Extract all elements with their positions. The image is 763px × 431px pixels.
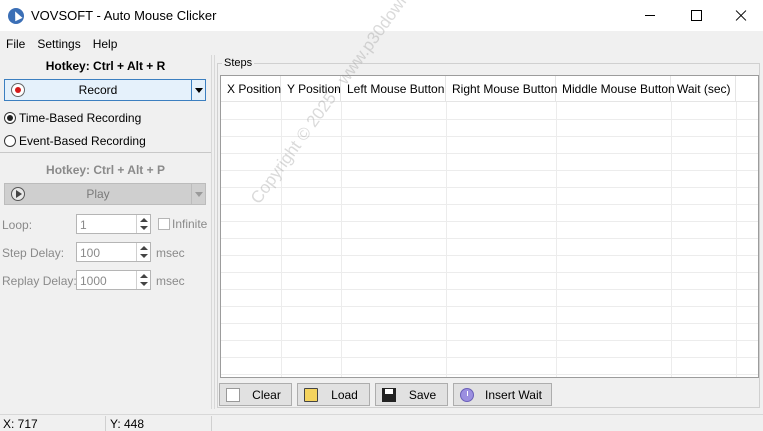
- column-wait-sec[interactable]: Wait (sec): [671, 76, 736, 102]
- record-dropdown-button[interactable]: [191, 80, 205, 100]
- maximize-button[interactable]: [673, 0, 719, 31]
- step-delay-value: 100: [80, 246, 101, 260]
- minimize-button[interactable]: [627, 0, 673, 31]
- grid-row-line: [221, 170, 758, 171]
- blank-page-icon: [226, 388, 240, 402]
- replay-delay-value: 1000: [80, 274, 107, 288]
- status-divider: [211, 416, 212, 431]
- close-button[interactable]: [718, 0, 763, 31]
- grid-row-line: [221, 255, 758, 256]
- grid-row-line: [221, 374, 758, 375]
- grid-row-line: [221, 204, 758, 205]
- insert-wait-label: Insert Wait: [485, 387, 542, 402]
- chevron-down-icon: [194, 87, 203, 93]
- status-x-coordinate: X: 717: [3, 417, 38, 431]
- event-based-radio[interactable]: Event-Based Recording: [4, 134, 146, 148]
- load-label: Load: [331, 387, 358, 402]
- grid-column-line: [446, 102, 447, 377]
- status-divider: [105, 416, 106, 431]
- window-title: VOVSOFT - Auto Mouse Clicker: [31, 8, 217, 23]
- step-delay-label: Step Delay:: [2, 246, 65, 260]
- grid-column-line: [736, 102, 737, 377]
- play-button[interactable]: Play: [5, 184, 191, 204]
- spinner-arrows[interactable]: [136, 243, 150, 261]
- section-divider: [0, 152, 211, 153]
- replay-delay-label: Replay Delay:: [2, 274, 77, 288]
- infinite-label: Infinite: [172, 217, 208, 231]
- load-button[interactable]: Load: [297, 383, 370, 406]
- loop-label: Loop:: [2, 218, 33, 232]
- loop-value: 1: [80, 218, 87, 232]
- menu-settings[interactable]: Settings: [31, 33, 86, 54]
- play-button-label: Play: [86, 187, 110, 201]
- app-window: VOVSOFT - Auto Mouse Clicker File Settin…: [0, 0, 763, 431]
- grid-row-line: [221, 306, 758, 307]
- control-panel: Hotkey: Ctrl + Alt + R Record Time-Based…: [0, 55, 211, 409]
- grid-row-line: [221, 323, 758, 324]
- steps-label: Steps: [222, 57, 255, 69]
- grid-row-line: [221, 221, 758, 222]
- panel-splitter[interactable]: [211, 55, 215, 409]
- grid-row-line: [221, 357, 758, 358]
- clear-label: Clear: [252, 387, 281, 402]
- floppy-disk-icon: [382, 388, 396, 402]
- folder-open-icon: [304, 388, 318, 402]
- record-button[interactable]: Record: [5, 80, 191, 100]
- grid-column-line: [671, 102, 672, 377]
- grid-header: X Position Y Position Left Mouse Button …: [221, 76, 758, 102]
- play-dropdown-button[interactable]: [191, 184, 205, 204]
- insert-wait-button[interactable]: Insert Wait: [453, 383, 552, 406]
- record-hotkey-label: Hotkey: Ctrl + Alt + R: [45, 59, 166, 73]
- clock-icon: [460, 388, 474, 402]
- column-right-mouse-button[interactable]: Right Mouse Button: [446, 76, 557, 102]
- save-button[interactable]: Save: [375, 383, 448, 406]
- play-hotkey-label: Hotkey: Ctrl + Alt + P: [46, 163, 165, 177]
- status-y-coordinate: Y: 448: [110, 417, 145, 431]
- time-based-label: Time-Based Recording: [19, 111, 142, 125]
- event-based-label: Event-Based Recording: [19, 134, 146, 148]
- mouse-cursor-icon: [8, 8, 24, 24]
- play-split-button: Play: [4, 183, 206, 205]
- radio-checked-icon: [4, 112, 16, 124]
- radio-unchecked-icon: [4, 135, 16, 147]
- grid-column-line: [341, 102, 342, 377]
- status-bar: X: 717 Y: 448: [0, 414, 763, 431]
- step-delay-unit: msec: [156, 246, 185, 260]
- menu-help[interactable]: Help: [87, 33, 124, 54]
- grid-row-line: [221, 187, 758, 188]
- column-middle-mouse-button[interactable]: Middle Mouse Button: [556, 76, 675, 102]
- column-left-mouse-button[interactable]: Left Mouse Button: [341, 76, 446, 102]
- time-based-radio[interactable]: Time-Based Recording: [4, 111, 141, 125]
- grid-row-line: [221, 289, 758, 290]
- replay-delay-spinner[interactable]: 1000: [76, 270, 151, 290]
- grid-column-line: [281, 102, 282, 377]
- step-delay-spinner[interactable]: 100: [76, 242, 151, 262]
- record-button-label: Record: [78, 83, 118, 97]
- clear-button[interactable]: Clear: [219, 383, 292, 406]
- spinner-arrows[interactable]: [136, 215, 150, 233]
- grid-row-line: [221, 340, 758, 341]
- menu-file[interactable]: File: [0, 33, 31, 54]
- grid-row-line: [221, 238, 758, 239]
- column-x-position[interactable]: X Position: [221, 76, 281, 102]
- record-split-button: Record: [4, 79, 206, 101]
- spinner-arrows[interactable]: [136, 271, 150, 289]
- save-label: Save: [408, 387, 437, 402]
- loop-spinner[interactable]: 1: [76, 214, 151, 234]
- grid-column-line: [556, 102, 557, 377]
- grid-row-line: [221, 272, 758, 273]
- infinite-checkbox[interactable]: [158, 218, 170, 230]
- replay-delay-unit: msec: [156, 274, 185, 288]
- chevron-down-icon: [194, 191, 203, 197]
